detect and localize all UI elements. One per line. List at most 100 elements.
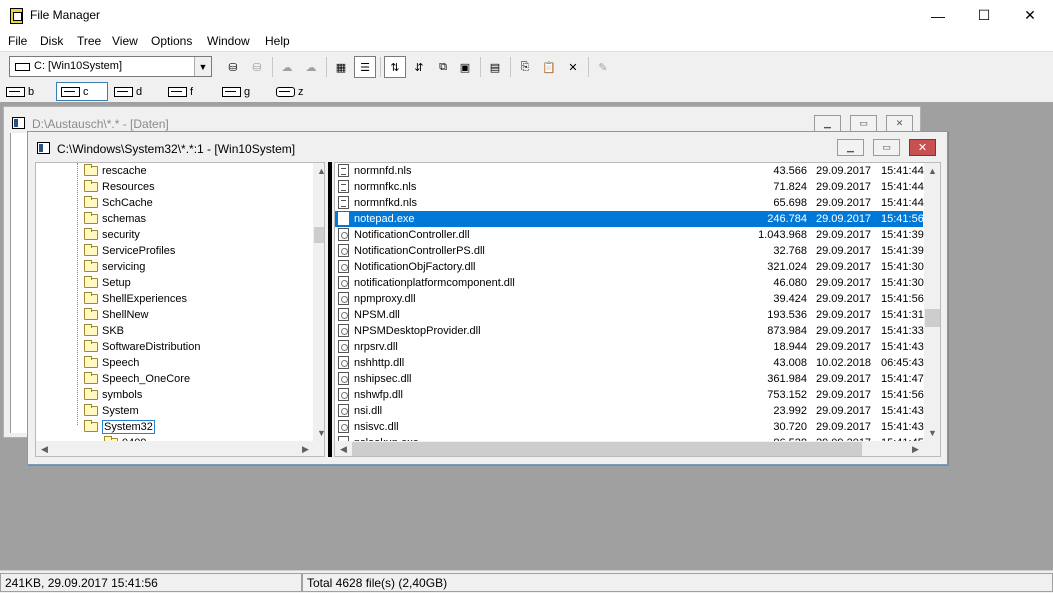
- file-row[interactable]: nsisvc.dll 30.720 29.09.2017 15:41:43: [335, 419, 924, 435]
- file-row[interactable]: notificationplatformcomponent.dll 46.080 2…: [335, 275, 924, 291]
- file-row[interactable]: nsi.dll 23.992 29.09.2017 15:41:43: [335, 403, 924, 419]
- file-row[interactable]: nshhttp.dll 43.008 10.02.2018 06:45:43: [335, 355, 924, 371]
- tree-item[interactable]: System: [84, 403, 139, 419]
- tree-item[interactable]: schemas: [84, 211, 146, 227]
- directory-tree[interactable]: rescache Resources SchCache schemas security…: [35, 162, 325, 457]
- files-horizontal-scrollbar[interactable]: ◀ ▶: [335, 441, 924, 456]
- window-system32[interactable]: C:\Windows\System32\*.*:1 - [Win10System…: [27, 131, 948, 465]
- file-row[interactable]: nrpsrv.dll 18.944 29.09.2017 15:41:43: [335, 339, 924, 355]
- tree-item-label: servicing: [102, 261, 146, 273]
- drive-g[interactable]: g: [218, 82, 250, 101]
- tree-item[interactable]: security: [84, 227, 140, 243]
- menu-help[interactable]: Help: [265, 34, 290, 48]
- file-row[interactable]: nshipsec.dll 361.984 29.09.2017 15:41:47: [335, 371, 924, 387]
- copy-button[interactable]: ⎘: [514, 56, 536, 78]
- disconnect-drive-button[interactable]: ⛁: [246, 56, 268, 78]
- tree-item[interactable]: rescache: [84, 163, 147, 179]
- connect-drive-button[interactable]: ⛁: [222, 56, 244, 78]
- drive-z[interactable]: z: [272, 82, 304, 101]
- window-close-button[interactable]: ✕: [909, 139, 936, 156]
- properties-button[interactable]: ✎: [592, 56, 614, 78]
- menu-window[interactable]: Window: [207, 34, 250, 48]
- scroll-up-arrow[interactable]: ▲: [924, 163, 940, 179]
- tree-item[interactable]: SKB: [84, 323, 124, 339]
- menu-disk[interactable]: Disk: [40, 34, 63, 48]
- sort-type-icon: ⇵: [414, 61, 424, 74]
- menu-options[interactable]: Options: [151, 34, 192, 48]
- file-row[interactable]: normnfkd.nls 65.698 29.09.2017 15:41:44: [335, 195, 924, 211]
- sort-by-name-button[interactable]: ⇅: [384, 56, 406, 78]
- share-button[interactable]: ☁: [276, 56, 298, 78]
- file-row[interactable]: NotificationControllerPS.dll 32.768 29.09.…: [335, 243, 924, 259]
- tree-item[interactable]: Speech_OneCore: [84, 371, 190, 387]
- menu-file[interactable]: File: [8, 34, 27, 48]
- files-vertical-scrollbar[interactable]: ▲ ▼: [924, 163, 940, 456]
- window-minimize-button[interactable]: ▁: [814, 115, 841, 132]
- list-view-button[interactable]: ☰: [354, 56, 376, 78]
- file-row[interactable]: NotificationController.dll 1.043.968 29.09…: [335, 227, 924, 243]
- menu-view[interactable]: View: [112, 34, 138, 48]
- file-date: 29.09.2017: [816, 309, 872, 321]
- window-close-button[interactable]: ✕: [886, 115, 913, 132]
- scroll-down-arrow[interactable]: ▼: [924, 425, 940, 441]
- scroll-right-arrow[interactable]: ▶: [907, 441, 924, 456]
- scroll-down-arrow[interactable]: ▼: [313, 425, 324, 441]
- file-row[interactable]: NPSMDesktopProvider.dll 873.984 29.09.2017…: [335, 323, 924, 339]
- tree-item[interactable]: Resources: [84, 179, 155, 195]
- drive-c[interactable]: c: [56, 82, 108, 101]
- tree-item[interactable]: Speech: [84, 355, 139, 371]
- file-time: 15:41:33: [881, 325, 924, 337]
- file-row[interactable]: nshwfp.dll 753.152 29.09.2017 15:41:56: [335, 387, 924, 403]
- tree-item[interactable]: symbols: [84, 387, 142, 403]
- file-date: 29.09.2017: [816, 197, 872, 209]
- file-row[interactable]: npmproxy.dll 39.424 29.09.2017 15:41:56: [335, 291, 924, 307]
- tree-item[interactable]: System32: [84, 419, 155, 435]
- window-maximize-button[interactable]: ▭: [873, 139, 900, 156]
- tree-item[interactable]: SoftwareDistribution: [84, 339, 200, 355]
- sort-by-date-button[interactable]: ▣: [454, 56, 476, 78]
- scroll-thumb[interactable]: [352, 442, 862, 456]
- dll-file-icon: [338, 260, 349, 273]
- tree-horizontal-scrollbar[interactable]: ◀ ▶: [36, 441, 314, 456]
- scroll-left-arrow[interactable]: ◀: [335, 441, 352, 456]
- tree-item[interactable]: ShellNew: [84, 307, 148, 323]
- close-button[interactable]: ✕: [1007, 0, 1053, 31]
- tree-item-label: SchCache: [102, 197, 153, 209]
- window-minimize-button[interactable]: ▁: [837, 139, 864, 156]
- file-row[interactable]: normnfkc.nls 71.824 29.09.2017 15:41:44: [335, 179, 924, 195]
- scroll-left-arrow[interactable]: ◀: [36, 441, 53, 456]
- exe-file-icon: [338, 212, 349, 225]
- file-row[interactable]: NotificationObjFactory.dll 321.024 29.09.2…: [335, 259, 924, 275]
- new-window-button[interactable]: ▤: [484, 56, 506, 78]
- tree-item[interactable]: ServiceProfiles: [84, 243, 175, 259]
- drive-d[interactable]: d: [110, 82, 142, 101]
- pane-splitter[interactable]: [328, 162, 332, 457]
- sort-by-type-button[interactable]: ⇵: [408, 56, 430, 78]
- tree-item[interactable]: Setup: [84, 275, 131, 291]
- paste-button[interactable]: 📋: [538, 56, 560, 78]
- chevron-down-icon[interactable]: ▼: [194, 57, 211, 76]
- scroll-right-arrow[interactable]: ▶: [297, 441, 314, 456]
- file-row[interactable]: NPSM.dll 193.536 29.09.2017 15:41:31: [335, 307, 924, 323]
- file-list[interactable]: normnfd.nls 43.566 29.09.2017 15:41:44 normn…: [334, 162, 941, 457]
- scroll-up-arrow[interactable]: ▲: [313, 163, 324, 179]
- drive-f[interactable]: f: [164, 82, 193, 101]
- stop-share-button[interactable]: ☁: [300, 56, 322, 78]
- maximize-button[interactable]: ☐: [961, 0, 1007, 31]
- menu-tree[interactable]: Tree: [77, 34, 101, 48]
- minimize-button[interactable]: —: [915, 0, 961, 31]
- drive-b[interactable]: b: [2, 82, 34, 101]
- large-icons-button[interactable]: ▦: [330, 56, 352, 78]
- tree-item[interactable]: ShellExperiences: [84, 291, 187, 307]
- tree-item[interactable]: SchCache: [84, 195, 153, 211]
- window-maximize-button[interactable]: ▭: [850, 115, 877, 132]
- delete-button[interactable]: ✕: [562, 56, 584, 78]
- drive-select[interactable]: C: [Win10System] ▼: [9, 56, 212, 77]
- tree-item[interactable]: servicing: [84, 259, 145, 275]
- file-row[interactable]: notepad.exe 246.784 29.09.2017 15:41:56: [335, 211, 924, 227]
- file-row[interactable]: normnfd.nls 43.566 29.09.2017 15:41:44: [335, 163, 924, 179]
- scroll-thumb[interactable]: [314, 227, 324, 243]
- sort-by-size-button[interactable]: ⧉: [432, 56, 454, 78]
- scroll-thumb[interactable]: [925, 309, 940, 327]
- tree-vertical-scrollbar[interactable]: ▲ ▼: [313, 163, 324, 456]
